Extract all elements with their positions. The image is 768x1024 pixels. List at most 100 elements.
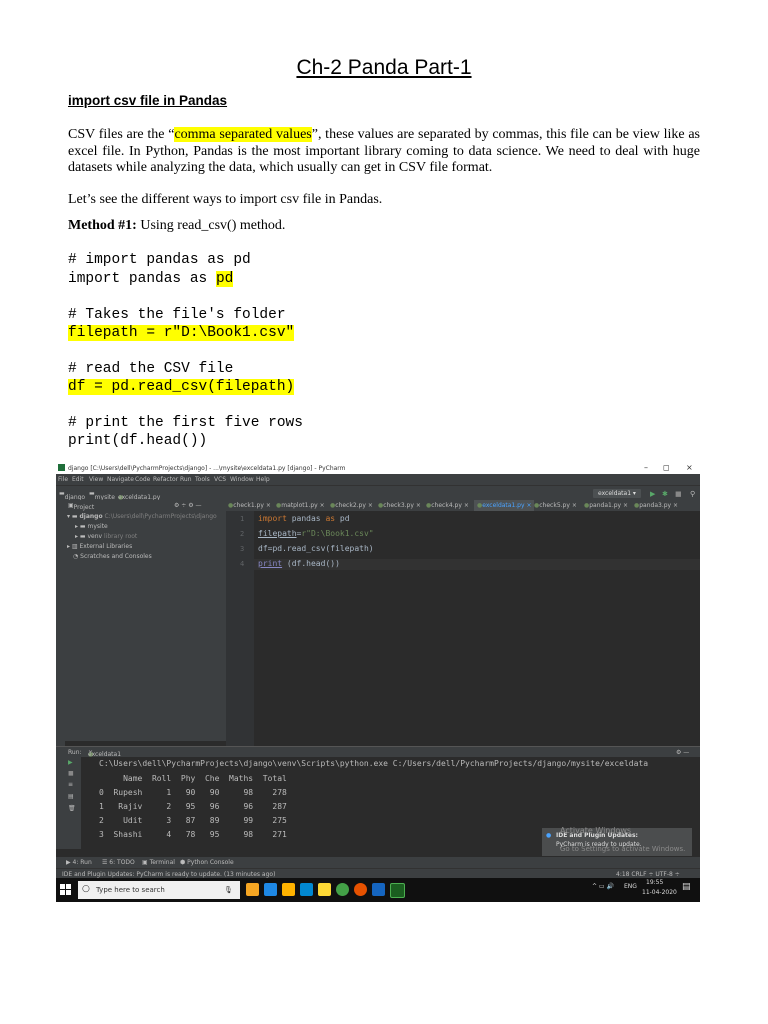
maximize-button[interactable]: ◻ <box>663 463 670 472</box>
taskbar-search[interactable]: ○ Type here to search 🎙 <box>78 881 240 899</box>
code-line-3-hl: df = pd.read_csv(filepath) <box>68 379 295 395</box>
tree-venv[interactable]: ▸ ▬ venv library root <box>75 533 137 540</box>
wrap-icon[interactable]: ≡ <box>68 781 73 788</box>
tab-check1[interactable]: ●check1.py × <box>228 502 271 509</box>
update-notification[interactable]: ● IDE and Plugin Updates: PyCharm is rea… <box>542 826 692 856</box>
taskbar-search-placeholder: Type here to search <box>96 886 165 894</box>
method-desc: Using read_csv() method. <box>136 218 286 233</box>
terminal-tool-button[interactable]: ▣ Terminal <box>142 859 175 866</box>
editor-line-1: import pandas as pd <box>258 514 350 523</box>
store-icon[interactable] <box>300 883 313 896</box>
code-line-1-hl: pd <box>215 271 234 287</box>
code-line-2-hl: filepath = r"D:\Book1.csv" <box>68 325 295 341</box>
menu-code[interactable]: Code <box>135 476 150 483</box>
firefox-icon[interactable] <box>354 883 367 896</box>
menu-window[interactable]: Window <box>230 476 254 483</box>
stop-icon[interactable]: ■ <box>68 770 74 777</box>
delete-icon[interactable]: 🗑 <box>68 805 76 812</box>
tab-exceldata1[interactable]: ●exceldata1.py × <box>474 500 535 511</box>
bottom-tool-bar: ▶ 4: Run ☰ 6: TODO ▣ Terminal ⬢ Python C… <box>56 857 700 868</box>
tree-mysite[interactable]: ▸ ▬ mysite <box>75 523 108 530</box>
tree-root[interactable]: ▾ ▬ django C:\Users\dell\PycharmProjects… <box>67 513 217 520</box>
menu-refactor[interactable]: Refactor <box>153 476 178 483</box>
run-config-select[interactable]: exceldata1 ▾ <box>593 489 641 498</box>
code-comment-4: # print the first five rows <box>68 415 303 431</box>
tray-date[interactable]: 11-04-2020 <box>642 889 677 896</box>
menu-view[interactable]: View <box>89 476 103 483</box>
close-button[interactable]: × <box>686 463 693 472</box>
word-icon[interactable] <box>372 883 385 896</box>
tab-panda3[interactable]: ●panda3.py × <box>634 502 678 509</box>
project-tree: ▾ ▬ django C:\Users\dell\PycharmProjects… <box>65 511 226 741</box>
status-right-info: 4:18 CRLF ÷ UTF-8 ÷ <box>616 871 680 878</box>
ide-screenshot: django [C:\Users\dell\PycharmProjects\dj… <box>56 462 700 902</box>
menu-edit[interactable]: Edit <box>72 476 84 483</box>
tab-check5[interactable]: ●check5.py × <box>534 502 577 509</box>
identifier: pandas <box>286 514 326 523</box>
tray-time[interactable]: 19:55 <box>646 879 663 886</box>
breadcrumb-django[interactable]: ▬ django <box>59 490 85 501</box>
code-line-1: import pandas as pd <box>68 270 234 289</box>
stop-icon[interactable]: ■ <box>675 490 682 498</box>
run-icon[interactable]: ▶ <box>650 490 655 498</box>
ways-paragraph: Let’s see the different ways to import c… <box>68 192 383 207</box>
tab-check3[interactable]: ●check3.py × <box>378 502 421 509</box>
file-explorer-icon[interactable] <box>282 883 295 896</box>
menu-tools[interactable]: Tools <box>195 476 210 483</box>
breadcrumb-mysite[interactable]: ▬ mysite <box>89 490 115 501</box>
intro-paragraph: CSV files are the “comma separated value… <box>68 127 700 177</box>
run-tab[interactable]: ● exceldata1 × <box>88 749 121 758</box>
tray-icons[interactable]: ^ ▭ 🔊 <box>592 883 614 890</box>
vlc-icon[interactable] <box>246 883 259 896</box>
menu-help[interactable]: Help <box>256 476 270 483</box>
tree-external-libraries[interactable]: ▸ ▥ External Libraries <box>67 543 132 550</box>
menu-file[interactable]: File <box>58 476 68 483</box>
menu-run[interactable]: Run <box>180 476 192 483</box>
print-icon[interactable]: ▤ <box>68 793 74 800</box>
tab-label: check1.py <box>233 502 264 509</box>
edge-icon[interactable] <box>264 883 277 896</box>
run-tool-button[interactable]: ▶ 4: Run <box>66 859 92 866</box>
tree-mysite-label: mysite <box>87 523 108 530</box>
identifier: pd <box>335 514 350 523</box>
minimize-button[interactable]: – <box>644 463 648 472</box>
identifier: filepath <box>258 529 297 538</box>
string-literal: r"D:\Book1.csv" <box>301 529 374 538</box>
folder-icon[interactable] <box>318 883 331 896</box>
line-number: 2 <box>240 530 245 538</box>
tab-label: check4.py <box>431 502 462 509</box>
menu-navigate[interactable]: Navigate <box>107 476 134 483</box>
tray-language[interactable]: ENG <box>624 883 637 890</box>
activate-windows-hint: Go to Settings to activate Windows. <box>560 845 686 853</box>
code-line-3: df = pd.read_csv(filepath) <box>68 378 295 397</box>
todo-tool-button[interactable]: ☰ 6: TODO <box>102 859 135 866</box>
tab-check4[interactable]: ●check4.py × <box>426 502 469 509</box>
windows-start-icon[interactable] <box>60 884 72 896</box>
tree-root-label: django <box>79 513 103 520</box>
line-gutter: 1 2 3 4 <box>226 511 254 746</box>
debug-icon[interactable]: ✱ <box>662 490 668 498</box>
tab-check2[interactable]: ●check2.py × <box>330 502 373 509</box>
tab-panda1[interactable]: ●panda1.py × <box>584 502 628 509</box>
gear-icon[interactable]: ⚙ — <box>676 749 689 756</box>
tree-scratches-label: Scratches and Consoles <box>80 553 152 560</box>
pycharm-icon[interactable] <box>390 883 405 898</box>
menu-bar: File Edit View Navigate Code Refactor Ru… <box>56 474 700 485</box>
search-icon[interactable]: ⚲ <box>690 490 695 498</box>
console-header: Name Roll Phy Che Maths Total <box>99 774 287 783</box>
project-view-select[interactable]: ▣ Project ▾ <box>68 502 94 518</box>
rerun-icon[interactable]: ▶ <box>68 759 73 766</box>
keyword: as <box>325 514 336 523</box>
tab-matplot1[interactable]: ●matplot1.py × <box>276 502 325 509</box>
python-console-button[interactable]: ⬢ Python Console <box>180 859 234 866</box>
tab-label: exceldata1.py <box>482 502 525 509</box>
gear-icon[interactable]: ⚙ ÷ ⚙ — <box>174 502 202 509</box>
notifications-icon[interactable]: ▤ <box>682 882 691 892</box>
chrome-icon[interactable] <box>336 883 349 896</box>
code-editor[interactable]: import pandas as pd filepath=r"D:\Book1.… <box>254 511 700 746</box>
menu-vcs[interactable]: VCS <box>214 476 226 483</box>
status-message: IDE and Plugin Updates: PyCharm is ready… <box>62 871 276 878</box>
run-tab-label: Run: <box>68 749 82 756</box>
tree-scratches[interactable]: ◔ Scratches and Consoles <box>73 553 152 560</box>
line-number: 3 <box>240 545 245 553</box>
